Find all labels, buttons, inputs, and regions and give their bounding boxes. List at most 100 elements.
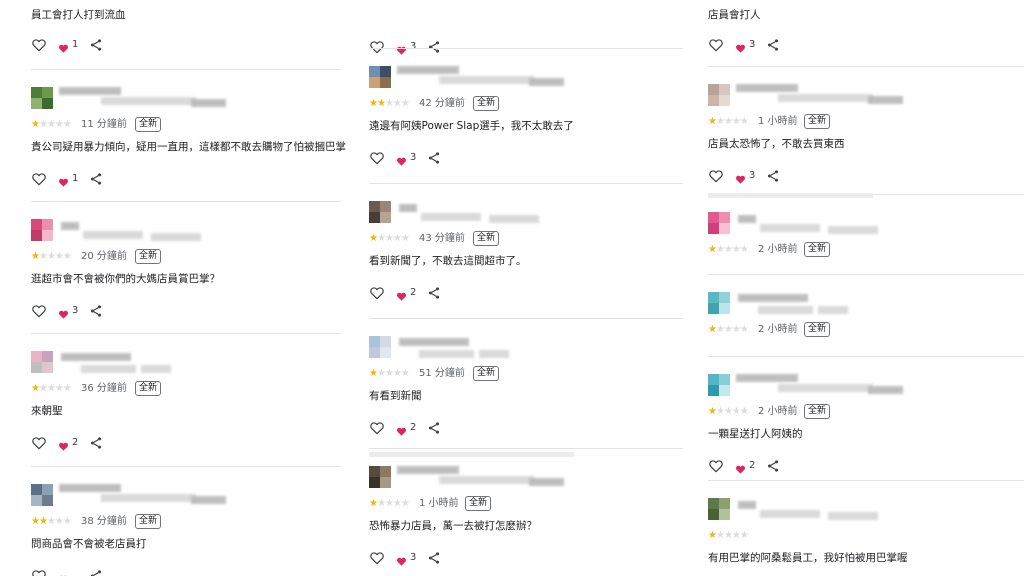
like-count-number: 1 bbox=[72, 39, 79, 50]
star-icon: ★ bbox=[400, 368, 410, 379]
reviewer-name-blurred bbox=[397, 466, 459, 474]
reviewer-name-blurred bbox=[818, 306, 848, 314]
star-icon: ★ bbox=[400, 498, 410, 509]
avatar[interactable] bbox=[369, 201, 391, 223]
reviewer-name-blurred bbox=[101, 494, 196, 502]
star-icon: ★ bbox=[62, 383, 72, 394]
star-rating: ★★★★★ bbox=[31, 252, 72, 262]
reviewer-name-blurred bbox=[529, 78, 564, 86]
avatar[interactable] bbox=[708, 212, 730, 234]
review-actions: 3 bbox=[708, 168, 808, 184]
share-icon[interactable] bbox=[766, 168, 780, 184]
avatar[interactable] bbox=[369, 466, 391, 488]
reviewer-name-blurred bbox=[419, 350, 474, 358]
heart-outline-icon[interactable] bbox=[369, 420, 385, 436]
heart-outline-icon[interactable] bbox=[369, 150, 385, 166]
heart-filled-icon bbox=[396, 422, 407, 436]
star-rating: ★★★★★ bbox=[31, 383, 72, 394]
review-actions: 3 bbox=[708, 37, 808, 53]
share-icon[interactable] bbox=[89, 303, 103, 319]
star-icon: ★ bbox=[376, 498, 386, 509]
heart-outline-icon[interactable] bbox=[369, 285, 385, 301]
star-icon: ★ bbox=[739, 244, 749, 255]
heart-outline-icon[interactable] bbox=[708, 458, 724, 474]
reviewer-name-blurred bbox=[868, 386, 903, 394]
reviewer-name-blurred bbox=[828, 226, 878, 234]
reviewer-name-blurred bbox=[59, 484, 121, 492]
heart-outline-icon[interactable] bbox=[31, 171, 47, 187]
review-text: 逛超市會不會被你們的大媽店員賞巴掌？ bbox=[31, 273, 220, 285]
review-actions: 3 bbox=[369, 550, 469, 566]
share-icon[interactable] bbox=[427, 39, 441, 55]
share-icon[interactable] bbox=[427, 285, 441, 301]
reviewer-name-blurred bbox=[778, 384, 873, 392]
review-divider bbox=[31, 69, 341, 70]
avatar[interactable] bbox=[708, 292, 730, 314]
avatar[interactable] bbox=[31, 219, 53, 241]
star-icon: ★ bbox=[715, 406, 725, 417]
share-icon[interactable] bbox=[89, 171, 103, 187]
heart-filled-icon bbox=[58, 437, 69, 451]
share-icon[interactable] bbox=[427, 420, 441, 436]
star-icon: ★ bbox=[54, 516, 64, 527]
star-icon: ★ bbox=[46, 119, 56, 130]
reviewer-name-blurred bbox=[81, 365, 136, 373]
reviewer-name-blurred bbox=[101, 97, 196, 105]
review-actions: 2 bbox=[369, 285, 469, 301]
heart-outline-icon[interactable] bbox=[31, 568, 47, 576]
heart-outline-icon[interactable] bbox=[31, 37, 47, 53]
heart-outline-icon[interactable] bbox=[31, 435, 47, 451]
avatar[interactable] bbox=[708, 84, 730, 106]
review-text: 店員會打人 bbox=[708, 9, 761, 21]
heart-outline-icon[interactable] bbox=[369, 550, 385, 566]
avatar[interactable] bbox=[31, 87, 53, 109]
review-column: 店員會打人 3 ★★★★★ 1 小時前 全新 店員太恐怖了，不敢去買東西 3 ★★★★★ 2 小… bbox=[708, 0, 1024, 576]
share-icon[interactable] bbox=[89, 435, 103, 451]
reviewer-name-blurred bbox=[828, 512, 878, 520]
like-count-number: 1 bbox=[72, 173, 79, 184]
review-text: 有用巴掌的阿桑鬆員工，我好怕被用巴掌喔 bbox=[708, 552, 908, 564]
star-rating: ★★★★★ bbox=[369, 233, 410, 244]
review-text: 貴公司疑用暴力傾向，疑用一直用，這樣都不敢去購物了怕被摑巴掌 bbox=[31, 141, 346, 153]
like-count-number: 3 bbox=[749, 39, 756, 50]
review-divider bbox=[31, 333, 341, 334]
star-icon: ★ bbox=[376, 368, 386, 379]
share-icon[interactable] bbox=[766, 458, 780, 474]
star-icon: ★ bbox=[376, 233, 386, 244]
heart-outline-icon[interactable] bbox=[708, 37, 724, 53]
avatar[interactable] bbox=[708, 498, 730, 520]
heart-filled-icon bbox=[396, 287, 407, 301]
avatar[interactable] bbox=[369, 336, 391, 358]
share-icon[interactable] bbox=[89, 37, 103, 53]
reviewer-name-blurred bbox=[439, 76, 534, 84]
star-icon: ★ bbox=[400, 233, 410, 244]
like-count-number: 2 bbox=[410, 422, 417, 433]
separator-bar bbox=[369, 452, 574, 457]
heart-outline-icon[interactable] bbox=[708, 168, 724, 184]
star-icon: ★ bbox=[384, 368, 394, 379]
star-icon: ★ bbox=[392, 368, 402, 379]
reviewer-name-blurred bbox=[61, 353, 131, 361]
star-rating: ★★★★★ bbox=[369, 498, 410, 509]
share-icon[interactable] bbox=[427, 550, 441, 566]
avatar[interactable] bbox=[31, 351, 53, 373]
reviewer-name-blurred bbox=[399, 338, 469, 346]
heart-filled-icon bbox=[735, 170, 746, 184]
heart-outline-icon[interactable] bbox=[31, 303, 47, 319]
share-icon[interactable] bbox=[89, 568, 103, 576]
review-actions: 1 bbox=[31, 37, 131, 53]
avatar[interactable] bbox=[708, 374, 730, 396]
review-divider bbox=[369, 318, 683, 319]
share-icon[interactable] bbox=[766, 37, 780, 53]
avatar[interactable] bbox=[31, 484, 53, 506]
star-icon: ★ bbox=[708, 116, 717, 127]
star-icon: ★ bbox=[376, 98, 386, 109]
avatar[interactable] bbox=[369, 66, 391, 88]
star-icon: ★ bbox=[739, 116, 749, 127]
star-icon: ★ bbox=[384, 233, 394, 244]
reviewer-name-blurred bbox=[151, 233, 201, 241]
heart-filled-icon bbox=[58, 39, 69, 53]
star-icon: ★ bbox=[715, 530, 725, 541]
share-icon[interactable] bbox=[427, 150, 441, 166]
heart-outline-icon[interactable] bbox=[369, 39, 385, 55]
